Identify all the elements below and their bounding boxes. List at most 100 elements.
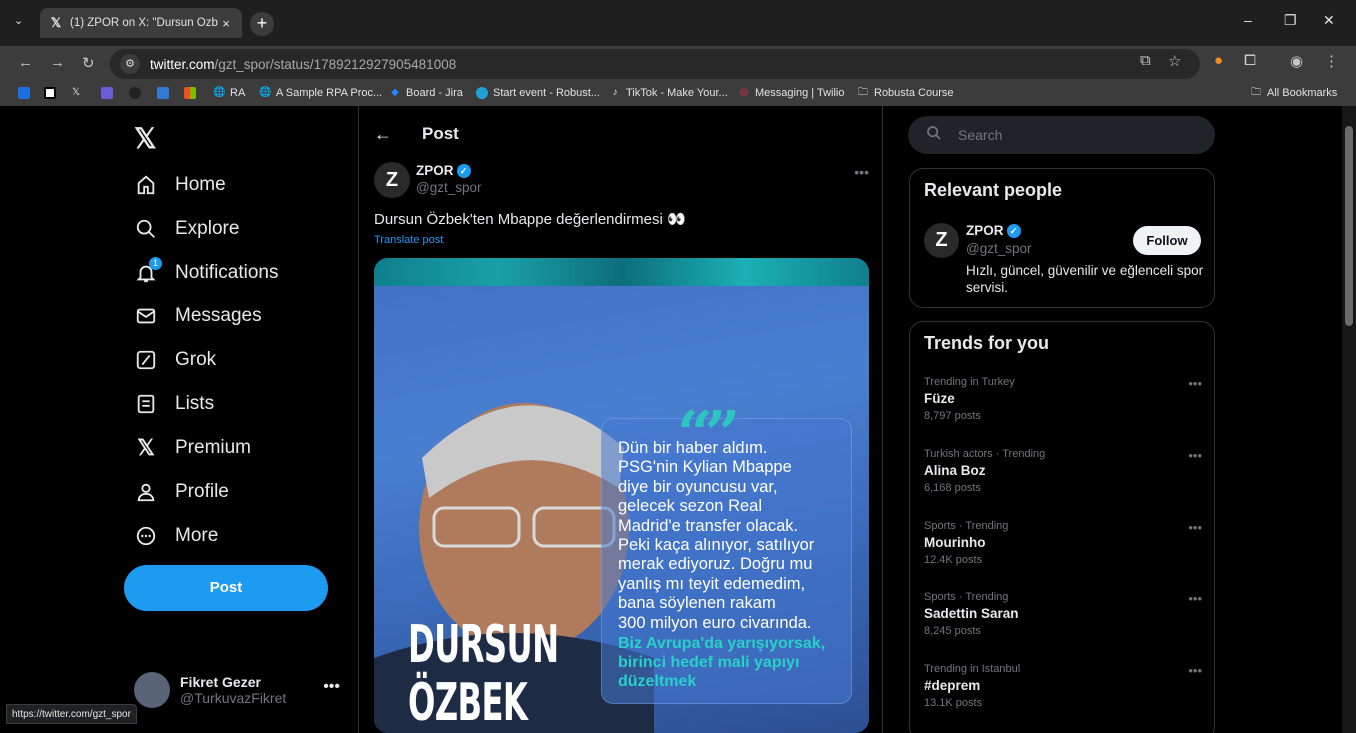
- name-line: DURSUN: [408, 615, 559, 675]
- bookmark-outlook-icon[interactable]: [157, 87, 174, 99]
- scrollbar-thumb[interactable]: [1345, 126, 1353, 326]
- profile-avatar-icon[interactable]: ◉: [1290, 52, 1303, 70]
- address-bar[interactable]: ⚙ twitter.com/gzt_spor/status/1789212927…: [110, 49, 1200, 79]
- extensions-puzzle-icon[interactable]: ⧠: [1244, 52, 1256, 69]
- twitter-page: 𝕏 Home Explore 1 Notifications Messages: [0, 106, 1356, 733]
- nav-more[interactable]: More: [134, 516, 218, 556]
- person-name-row[interactable]: ZPOR ✓: [966, 223, 1021, 238]
- bookmark-icon-square[interactable]: [44, 87, 61, 99]
- tweet-image[interactable]: “” Dün bir haber aldım. PSG'nin Kylian M…: [374, 258, 869, 733]
- extension-icon[interactable]: ●: [1214, 52, 1223, 69]
- tweet-text: Dursun Özbek'ten Mbappe değerlendirmesi …: [374, 211, 686, 228]
- bookmark-icon-purple[interactable]: [101, 87, 118, 99]
- back-icon[interactable]: ←: [18, 54, 33, 71]
- nav-premium[interactable]: 𝕏 Premium: [134, 428, 251, 468]
- bookmark-x-icon[interactable]: 𝕏: [70, 87, 87, 99]
- window-close-icon[interactable]: ✕: [1323, 12, 1335, 29]
- nav-notifications[interactable]: 1 Notifications: [134, 253, 279, 293]
- author-name: ZPOR: [416, 163, 454, 178]
- bookmark-microsoft-icon[interactable]: [184, 87, 201, 99]
- back-arrow-icon[interactable]: ←: [374, 124, 422, 145]
- author-avatar[interactable]: Z: [374, 162, 410, 198]
- x-logo-icon[interactable]: 𝕏: [134, 122, 157, 155]
- install-app-icon[interactable]: ⧉: [1140, 52, 1151, 69]
- trend-item[interactable]: Turkish actors · Trending Alina Boz 6,16…: [924, 448, 1204, 508]
- avatar: [134, 672, 170, 708]
- bookmark-star-icon[interactable]: ☆: [1168, 52, 1181, 70]
- account-switcher[interactable]: Fikret Gezer @TurkuvazFikret •••: [134, 668, 354, 712]
- bookmark-jira[interactable]: ◆ Board - Jira: [389, 87, 463, 99]
- page-scrollbar[interactable]: [1342, 106, 1356, 733]
- author-handle[interactable]: @gzt_spor: [416, 180, 481, 195]
- main-column: ← Post Z ZPOR ✓ @gzt_spor ••• Dursun Özb…: [358, 106, 883, 733]
- bookmark-tiktok[interactable]: ♪ TikTok - Make Your...: [609, 87, 728, 99]
- search-input[interactable]: Search: [908, 116, 1215, 154]
- all-bookmarks-folder[interactable]: 🗀 All Bookmarks: [1250, 87, 1337, 99]
- name-line: ÖZBEK: [408, 673, 528, 733]
- more-icon[interactable]: •••: [1188, 663, 1202, 678]
- translate-post-link[interactable]: Translate post: [374, 234, 443, 246]
- quote-line: yanlış mı teyit edemedim,: [618, 574, 806, 593]
- search-placeholder: Search: [958, 127, 1003, 143]
- page-title: Post: [422, 124, 459, 143]
- person-name-overlay: DURSUN ÖZBEK: [408, 615, 559, 733]
- nav-grok[interactable]: Grok: [134, 340, 216, 380]
- tab-search-icon[interactable]: ⌄: [14, 14, 23, 27]
- trend-count: 6,168 posts: [924, 482, 981, 494]
- person-avatar[interactable]: Z: [924, 223, 959, 258]
- nav-profile[interactable]: Profile: [134, 472, 229, 512]
- trend-item[interactable]: Trending in Turkey Füze 8,797 posts •••: [924, 376, 1204, 436]
- browser-tab[interactable]: 𝕏 (1) ZPOR on X: "Dursun Özbek'i ×: [40, 8, 242, 38]
- more-icon[interactable]: •••: [1188, 376, 1202, 391]
- nav-lists[interactable]: Lists: [134, 384, 214, 424]
- trend-item[interactable]: Sports · Trending Sadettin Saran 8,245 p…: [924, 591, 1204, 651]
- bookmark-robust[interactable]: Start event - Robust...: [476, 87, 600, 99]
- nav-label: Messages: [175, 305, 262, 326]
- more-icon[interactable]: •••: [1188, 520, 1202, 535]
- post-button[interactable]: Post: [124, 565, 328, 611]
- follow-button[interactable]: Follow: [1133, 226, 1201, 255]
- browser-menu-icon[interactable]: ⋮: [1324, 52, 1339, 70]
- nav-label: Grok: [175, 349, 217, 370]
- trend-item[interactable]: Sports · Trending Mourinho 12.4K posts •…: [924, 520, 1204, 580]
- forward-icon[interactable]: →: [50, 54, 65, 71]
- quote-line: Peki kaça alınıyor, satılıyor: [618, 536, 815, 555]
- site-info-icon[interactable]: ⚙: [120, 54, 140, 74]
- bookmark-icon-blue[interactable]: [18, 87, 35, 99]
- more-icon[interactable]: •••: [1188, 448, 1202, 463]
- more-icon[interactable]: •••: [1188, 591, 1202, 606]
- bookmark-twilio[interactable]: ◎ Messaging | Twilio: [738, 87, 845, 99]
- main-header: ← Post: [359, 106, 882, 162]
- person-bio: Hızlı, güncel, güvenilir ve eğlenceli sp…: [966, 263, 1204, 295]
- bookmark-rpa[interactable]: 🌐 A Sample RPA Proc...: [259, 87, 382, 99]
- more-icon[interactable]: •••: [854, 164, 869, 180]
- author-name-row[interactable]: ZPOR ✓: [416, 163, 471, 178]
- trend-item[interactable]: Trending in Istanbul #deprem 13.1K posts…: [924, 663, 1204, 723]
- mail-icon: [134, 304, 158, 328]
- trend-count: 8,245 posts: [924, 625, 981, 637]
- minimize-icon[interactable]: –: [1244, 12, 1252, 28]
- restore-icon[interactable]: ❐: [1284, 12, 1297, 29]
- url-path: /gzt_spor/status/1789212927905481008: [214, 56, 457, 72]
- trends-panel: Trends for you Trending in Turkey Füze 8…: [909, 321, 1215, 733]
- bookmark-github-icon[interactable]: [129, 87, 146, 99]
- reload-icon[interactable]: ↻: [82, 54, 95, 72]
- url-host: twitter.com: [150, 56, 215, 72]
- bookmark-label: RA: [230, 87, 246, 99]
- person-name: ZPOR: [966, 223, 1004, 238]
- nav-explore[interactable]: Explore: [134, 209, 239, 249]
- more-icon[interactable]: •••: [323, 678, 340, 696]
- nav-home[interactable]: Home: [134, 165, 226, 205]
- bookmark-ra[interactable]: 🌐 RA: [213, 87, 245, 99]
- person-handle[interactable]: @gzt_spor: [966, 241, 1031, 256]
- new-tab-button[interactable]: +: [250, 12, 274, 36]
- trend-context: Trending in Istanbul: [924, 663, 1021, 675]
- quote-highlight-line: Biz Avrupa'da yarışıyorsak,: [618, 635, 826, 653]
- quote-line: Madrid'e transfer olacak.: [618, 516, 799, 535]
- trend-name: Füze: [924, 391, 955, 406]
- close-tab-icon[interactable]: ×: [218, 16, 234, 31]
- nav-messages[interactable]: Messages: [134, 296, 262, 336]
- bookmark-folder-robusta[interactable]: 🗀 Robusta Course: [857, 87, 954, 99]
- right-sidebar: Search Relevant people Z ZPOR ✓ @gzt_spo…: [908, 106, 1216, 733]
- nav-label: Lists: [175, 393, 215, 414]
